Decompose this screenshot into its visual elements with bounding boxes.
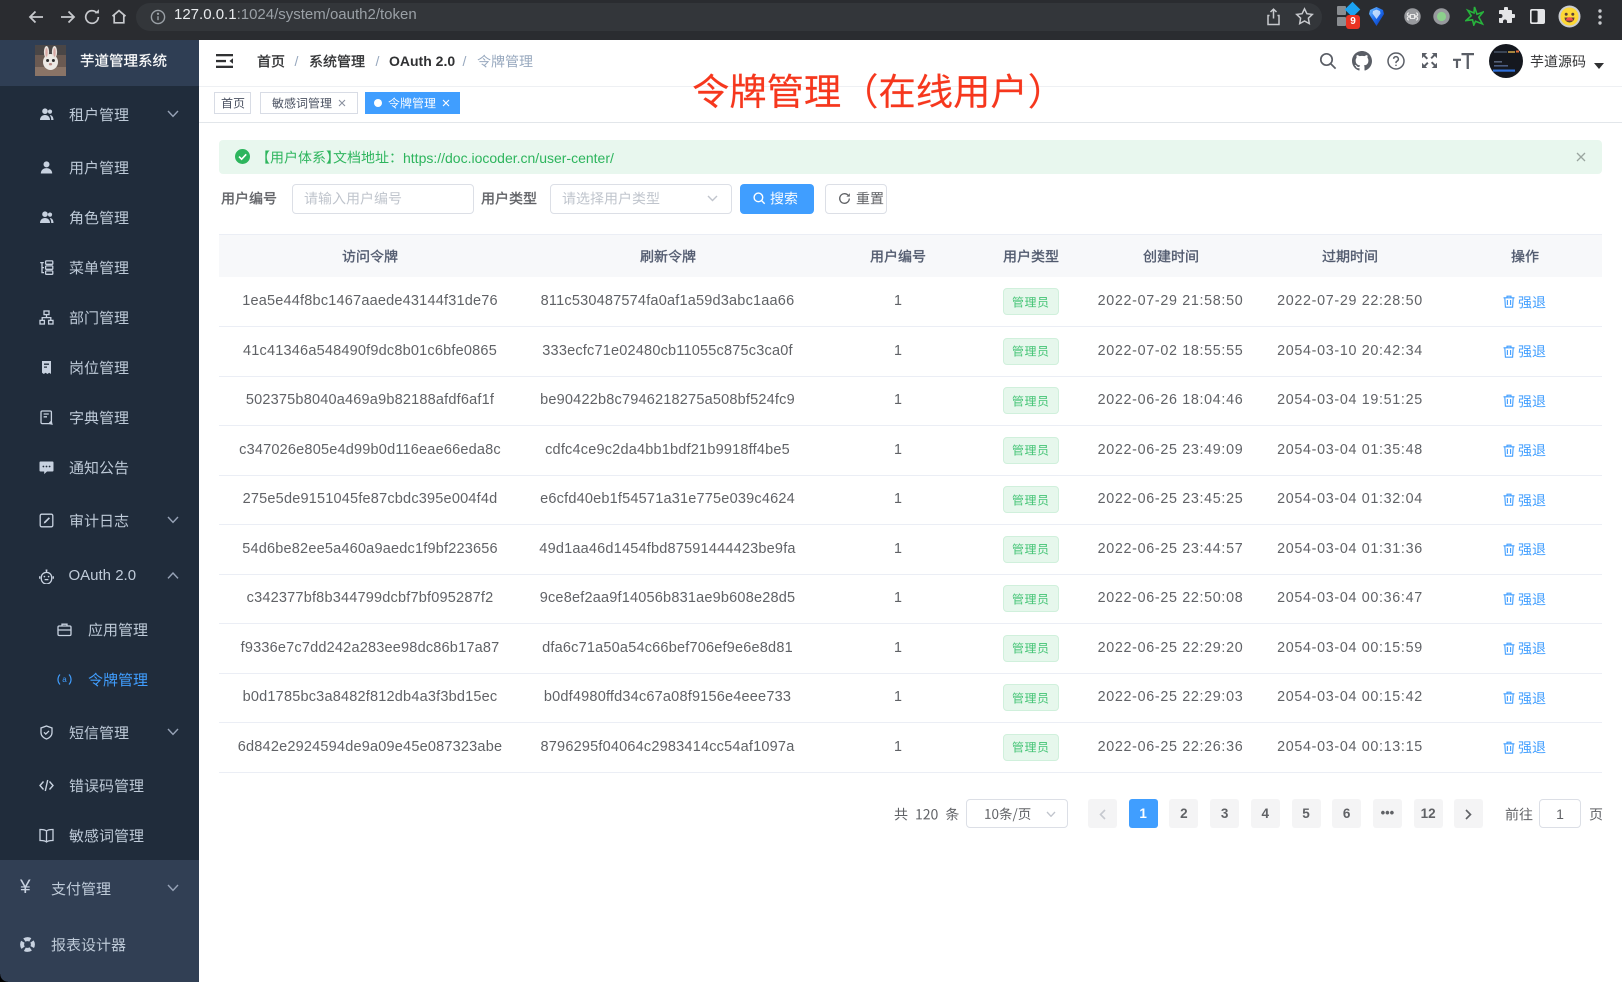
svg-text:a: a: [62, 675, 67, 684]
